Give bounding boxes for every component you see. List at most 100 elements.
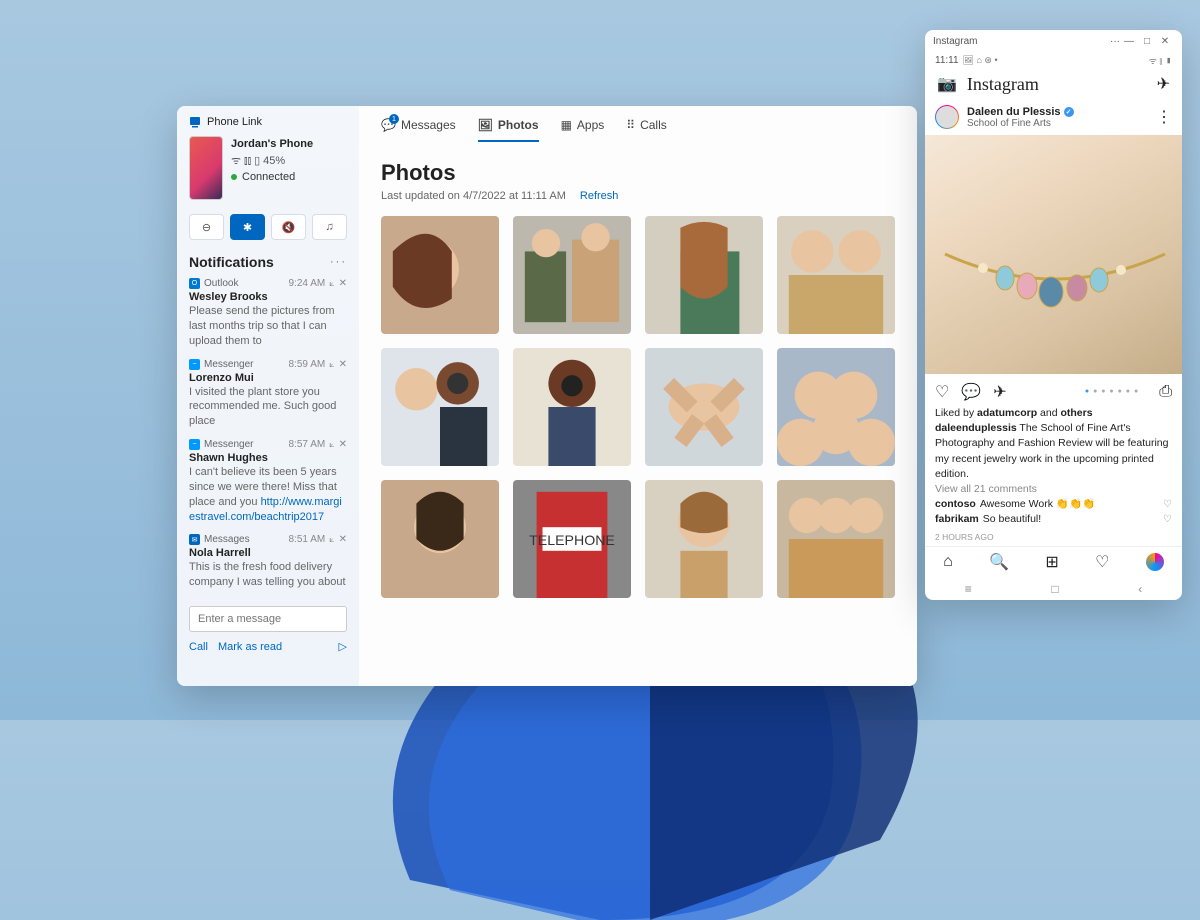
caption: daleenduplessis The School of Fine Art's… bbox=[935, 421, 1172, 482]
status-dot-icon bbox=[231, 174, 237, 180]
close-button[interactable]: ✕ bbox=[1156, 36, 1174, 47]
titlebar-more[interactable]: ··· bbox=[1110, 36, 1120, 47]
pin-icon[interactable]: ⟀ bbox=[329, 359, 334, 370]
camera-icon[interactable]: 📷 bbox=[937, 74, 957, 94]
quick-settings: ⊖ ✱ 🔇 ♫ bbox=[189, 214, 347, 240]
photo-thumb[interactable] bbox=[513, 348, 631, 466]
tab-apps[interactable]: ▦Apps bbox=[561, 118, 605, 142]
dnd-button[interactable]: ⊖ bbox=[189, 214, 224, 240]
notifications-more-button[interactable]: ··· bbox=[330, 256, 347, 268]
close-icon[interactable]: ✕ bbox=[339, 278, 347, 289]
phone-wallpaper-thumb bbox=[189, 136, 223, 200]
add-post-icon[interactable]: ⊞ bbox=[1045, 552, 1058, 572]
maximize-button[interactable]: □ bbox=[1138, 36, 1156, 47]
refresh-button[interactable]: Refresh bbox=[580, 190, 619, 202]
home-icon[interactable]: ⌂ bbox=[943, 553, 953, 571]
photo-thumb[interactable] bbox=[381, 348, 499, 466]
post-action-row: ♡ 💬 ✈ ● ● ● ● ● ● ● ⎙ bbox=[925, 374, 1182, 406]
like-icon[interactable]: ♡ bbox=[935, 382, 949, 402]
recents-icon[interactable]: ≡ bbox=[965, 582, 972, 596]
photo-thumb[interactable] bbox=[645, 348, 763, 466]
activity-icon[interactable]: ♡ bbox=[1095, 552, 1109, 572]
search-icon[interactable]: 🔍 bbox=[989, 552, 1009, 572]
comment-like-icon[interactable]: ♡ bbox=[1163, 498, 1172, 513]
post-more-icon[interactable]: ⋮ bbox=[1156, 107, 1172, 127]
page-title: Photos bbox=[381, 160, 895, 186]
send-icon[interactable]: ▷ bbox=[339, 640, 347, 653]
photo-thumb[interactable] bbox=[381, 216, 499, 334]
messenger-icon: ~ bbox=[189, 439, 200, 450]
profile-icon[interactable] bbox=[1146, 553, 1164, 571]
likes-text[interactable]: Liked by adatumcorp and others bbox=[935, 406, 1172, 421]
notifications-heading: Notifications bbox=[189, 254, 274, 270]
pin-icon[interactable]: ⟀ bbox=[329, 439, 334, 450]
tab-messages[interactable]: 💬Messages 1 bbox=[381, 118, 456, 142]
tab-calls[interactable]: ⠿Calls bbox=[626, 118, 666, 142]
last-updated-text: Last updated on 4/7/2022 at 11:11 AM bbox=[381, 190, 566, 202]
direct-message-icon[interactable]: ✈ bbox=[1157, 74, 1170, 94]
verified-icon: ✓ bbox=[1064, 107, 1074, 117]
music-button[interactable]: ♫ bbox=[312, 214, 347, 240]
comment: fabrikam So beautiful!♡ bbox=[935, 512, 1172, 527]
window-title: Phone Link bbox=[189, 116, 347, 128]
photo-thumb[interactable] bbox=[777, 348, 895, 466]
notification-item[interactable]: O Outlook 9:24 AM ⟀ ✕ Wesley Brooks Plea… bbox=[189, 278, 347, 349]
share-icon[interactable]: ✈ bbox=[993, 382, 1006, 402]
photo-thumb[interactable] bbox=[777, 216, 895, 334]
notification-item[interactable]: ~ Messenger 8:57 AM ⟀ ✕ Shawn Hughes I c… bbox=[189, 439, 347, 524]
post-location[interactable]: School of Fine Arts bbox=[967, 118, 1074, 129]
window-title-text: Instagram bbox=[933, 36, 1110, 47]
post-username[interactable]: Daleen du Plessis✓ bbox=[967, 106, 1074, 118]
message-input[interactable] bbox=[189, 606, 347, 632]
messenger-icon: ~ bbox=[189, 359, 200, 370]
close-icon[interactable]: ✕ bbox=[339, 359, 347, 370]
phone-name: Jordan's Phone bbox=[231, 136, 313, 153]
photos-tab-icon: 🖼 bbox=[478, 118, 493, 132]
sound-button[interactable]: 🔇 bbox=[271, 214, 306, 240]
minimize-button[interactable]: ― bbox=[1120, 36, 1138, 47]
bookmark-icon[interactable]: ⎙ bbox=[1159, 383, 1172, 401]
close-icon[interactable]: ✕ bbox=[339, 439, 347, 450]
comment: contoso Awesome Work 👏👏👏♡ bbox=[935, 497, 1172, 512]
post-time: 2 HOURS AGO bbox=[925, 528, 1182, 546]
post-meta: Liked by adatumcorp and others daleendup… bbox=[925, 406, 1182, 528]
phone-signal-battery: ᯤ ⫾⫾ ▯ 45% bbox=[231, 153, 313, 170]
android-nav-bar: ≡ □ ‹ bbox=[925, 578, 1182, 600]
photo-thumb[interactable]: TELEPHONE bbox=[513, 480, 631, 598]
mark-read-action[interactable]: Mark as read bbox=[218, 641, 282, 653]
home-icon[interactable]: □ bbox=[1051, 582, 1058, 596]
instagram-header: 📷 Instagram ✈ bbox=[925, 69, 1182, 99]
bluetooth-button[interactable]: ✱ bbox=[230, 214, 265, 240]
comment-like-icon[interactable]: ♡ bbox=[1163, 513, 1172, 528]
post-image[interactable] bbox=[925, 135, 1182, 374]
back-icon[interactable]: ‹ bbox=[1138, 582, 1142, 596]
phone-link-sidebar: Phone Link Jordan's Phone ᯤ ⫾⫾ ▯ 45% Con… bbox=[177, 106, 359, 686]
phone-link-icon bbox=[189, 116, 201, 128]
photo-thumb[interactable] bbox=[645, 480, 763, 598]
signal-icon: ⫾⫾ bbox=[244, 153, 251, 170]
messages-icon: ✉ bbox=[189, 534, 200, 545]
outlook-icon: O bbox=[189, 278, 200, 289]
photo-thumb[interactable] bbox=[513, 216, 631, 334]
notification-item[interactable]: ✉ Messages 8:51 AM ⟀ ✕ Nola Harrell This… bbox=[189, 534, 347, 590]
pin-icon[interactable]: ⟀ bbox=[329, 534, 334, 545]
post-header: Daleen du Plessis✓ School of Fine Arts ⋮ bbox=[925, 99, 1182, 135]
photo-thumb[interactable] bbox=[381, 480, 499, 598]
window-titlebar: Instagram ··· ― □ ✕ bbox=[925, 30, 1182, 52]
pin-icon[interactable]: ⟀ bbox=[329, 278, 334, 289]
close-icon[interactable]: ✕ bbox=[339, 534, 347, 545]
avatar[interactable] bbox=[935, 105, 959, 129]
phone-summary: Jordan's Phone ᯤ ⫾⫾ ▯ 45% Connected bbox=[189, 136, 347, 200]
comment-icon[interactable]: 💬 bbox=[961, 382, 981, 402]
photo-thumb[interactable] bbox=[777, 480, 895, 598]
instagram-bottom-nav: ⌂ 🔍 ⊞ ♡ bbox=[925, 546, 1182, 578]
view-comments[interactable]: View all 21 comments bbox=[935, 482, 1172, 497]
wifi-icon: ᯤ bbox=[231, 153, 241, 170]
notification-item[interactable]: ~ Messenger 8:59 AM ⟀ ✕ Lorenzo Mui I vi… bbox=[189, 359, 347, 430]
status-right-icons: ᯤ ⫾ ▮ bbox=[1149, 54, 1172, 67]
status-left-icons: 🖼 ⌂ ⊛ • bbox=[963, 55, 998, 66]
tab-photos[interactable]: 🖼Photos bbox=[478, 118, 539, 142]
call-action[interactable]: Call bbox=[189, 641, 208, 653]
carousel-dots: ● ● ● ● ● ● ● bbox=[1085, 388, 1139, 395]
photo-thumb[interactable] bbox=[645, 216, 763, 334]
